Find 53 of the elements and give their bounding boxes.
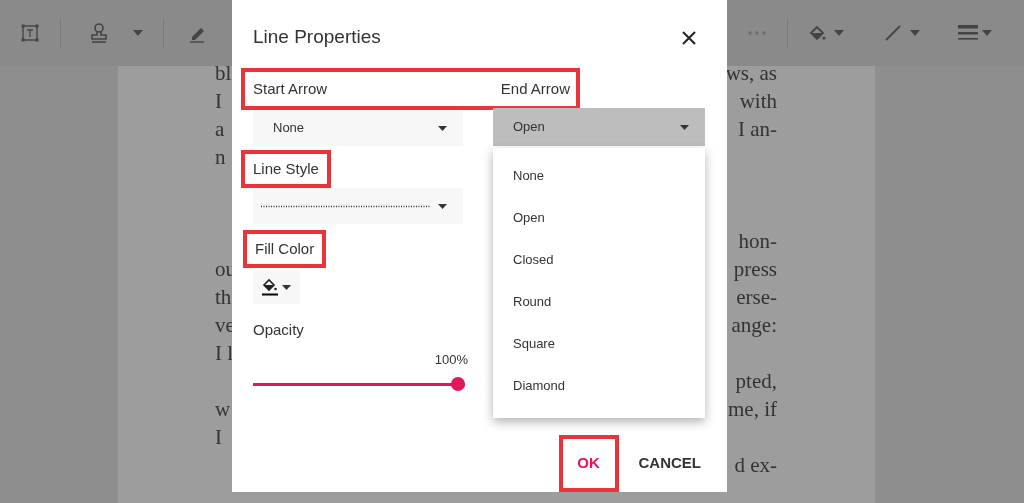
text-fragment: w <box>215 396 231 423</box>
fill-color-button[interactable] <box>253 270 300 304</box>
text-fragment: pted, <box>735 368 777 395</box>
dialog-title: Line Properties <box>253 24 381 49</box>
text-fragment: I <box>215 424 222 451</box>
text-fragment: d ex- <box>734 452 777 479</box>
caret-icon <box>438 203 447 209</box>
dropdown-option[interactable]: None <box>493 155 705 197</box>
dropdown-option[interactable]: Round <box>493 281 705 323</box>
paint-bucket-icon[interactable] <box>808 24 826 42</box>
text-fragment: ws, as <box>725 60 777 87</box>
text-fragment: I <box>215 88 222 115</box>
text-fragment: I l <box>215 340 234 367</box>
caret-icon <box>680 124 689 130</box>
field-label: Fill Color <box>243 230 327 268</box>
line-icon[interactable] <box>884 24 902 42</box>
stamp-icon[interactable] <box>89 22 109 44</box>
text-fragment: erse- <box>736 284 777 311</box>
dropdown-option[interactable]: Diamond <box>493 365 705 407</box>
text-fragment: I an- <box>737 116 777 143</box>
field-label: Line Style <box>241 150 331 188</box>
text-fragment: n <box>215 144 226 171</box>
field-label: End Arrow <box>500 78 570 99</box>
text-fragment: th <box>215 284 232 311</box>
dropdown-option[interactable]: Square <box>493 323 705 365</box>
line-thickness-icon[interactable] <box>958 24 978 42</box>
opacity-value: 100% <box>433 351 468 369</box>
paint-bucket-icon <box>262 278 278 296</box>
dropdown-option[interactable]: Closed <box>493 239 705 281</box>
text-fragment: hon- <box>738 228 777 255</box>
caret-icon[interactable] <box>133 30 143 36</box>
text-fragment: bl <box>215 60 232 87</box>
caret-icon <box>438 125 447 131</box>
cancel-button[interactable]: CANCEL <box>634 435 705 492</box>
line-style-dropdown[interactable] <box>253 188 463 224</box>
caret-icon[interactable] <box>834 30 844 36</box>
ok-button[interactable]: OK <box>558 435 619 492</box>
dropdown[interactable]: None <box>253 110 463 146</box>
dropdown-option[interactable]: Open <box>493 197 705 239</box>
close-icon <box>682 30 696 45</box>
caret-icon <box>282 284 291 290</box>
dotted-line-icon <box>261 204 431 208</box>
field-label: Opacity <box>253 320 305 340</box>
caret-icon[interactable] <box>910 30 920 36</box>
text-fragment: ange: <box>731 312 777 339</box>
field-label: Start Arrow <box>253 78 328 99</box>
dropdown[interactable]: Open <box>493 108 705 146</box>
text-box-icon[interactable] <box>20 23 40 43</box>
text-fragment: with <box>739 88 777 115</box>
text-fragment: me, if <box>728 396 777 423</box>
text-fragment: press <box>733 256 777 283</box>
text-fragment: a <box>215 116 225 143</box>
caret-icon[interactable] <box>982 30 992 36</box>
